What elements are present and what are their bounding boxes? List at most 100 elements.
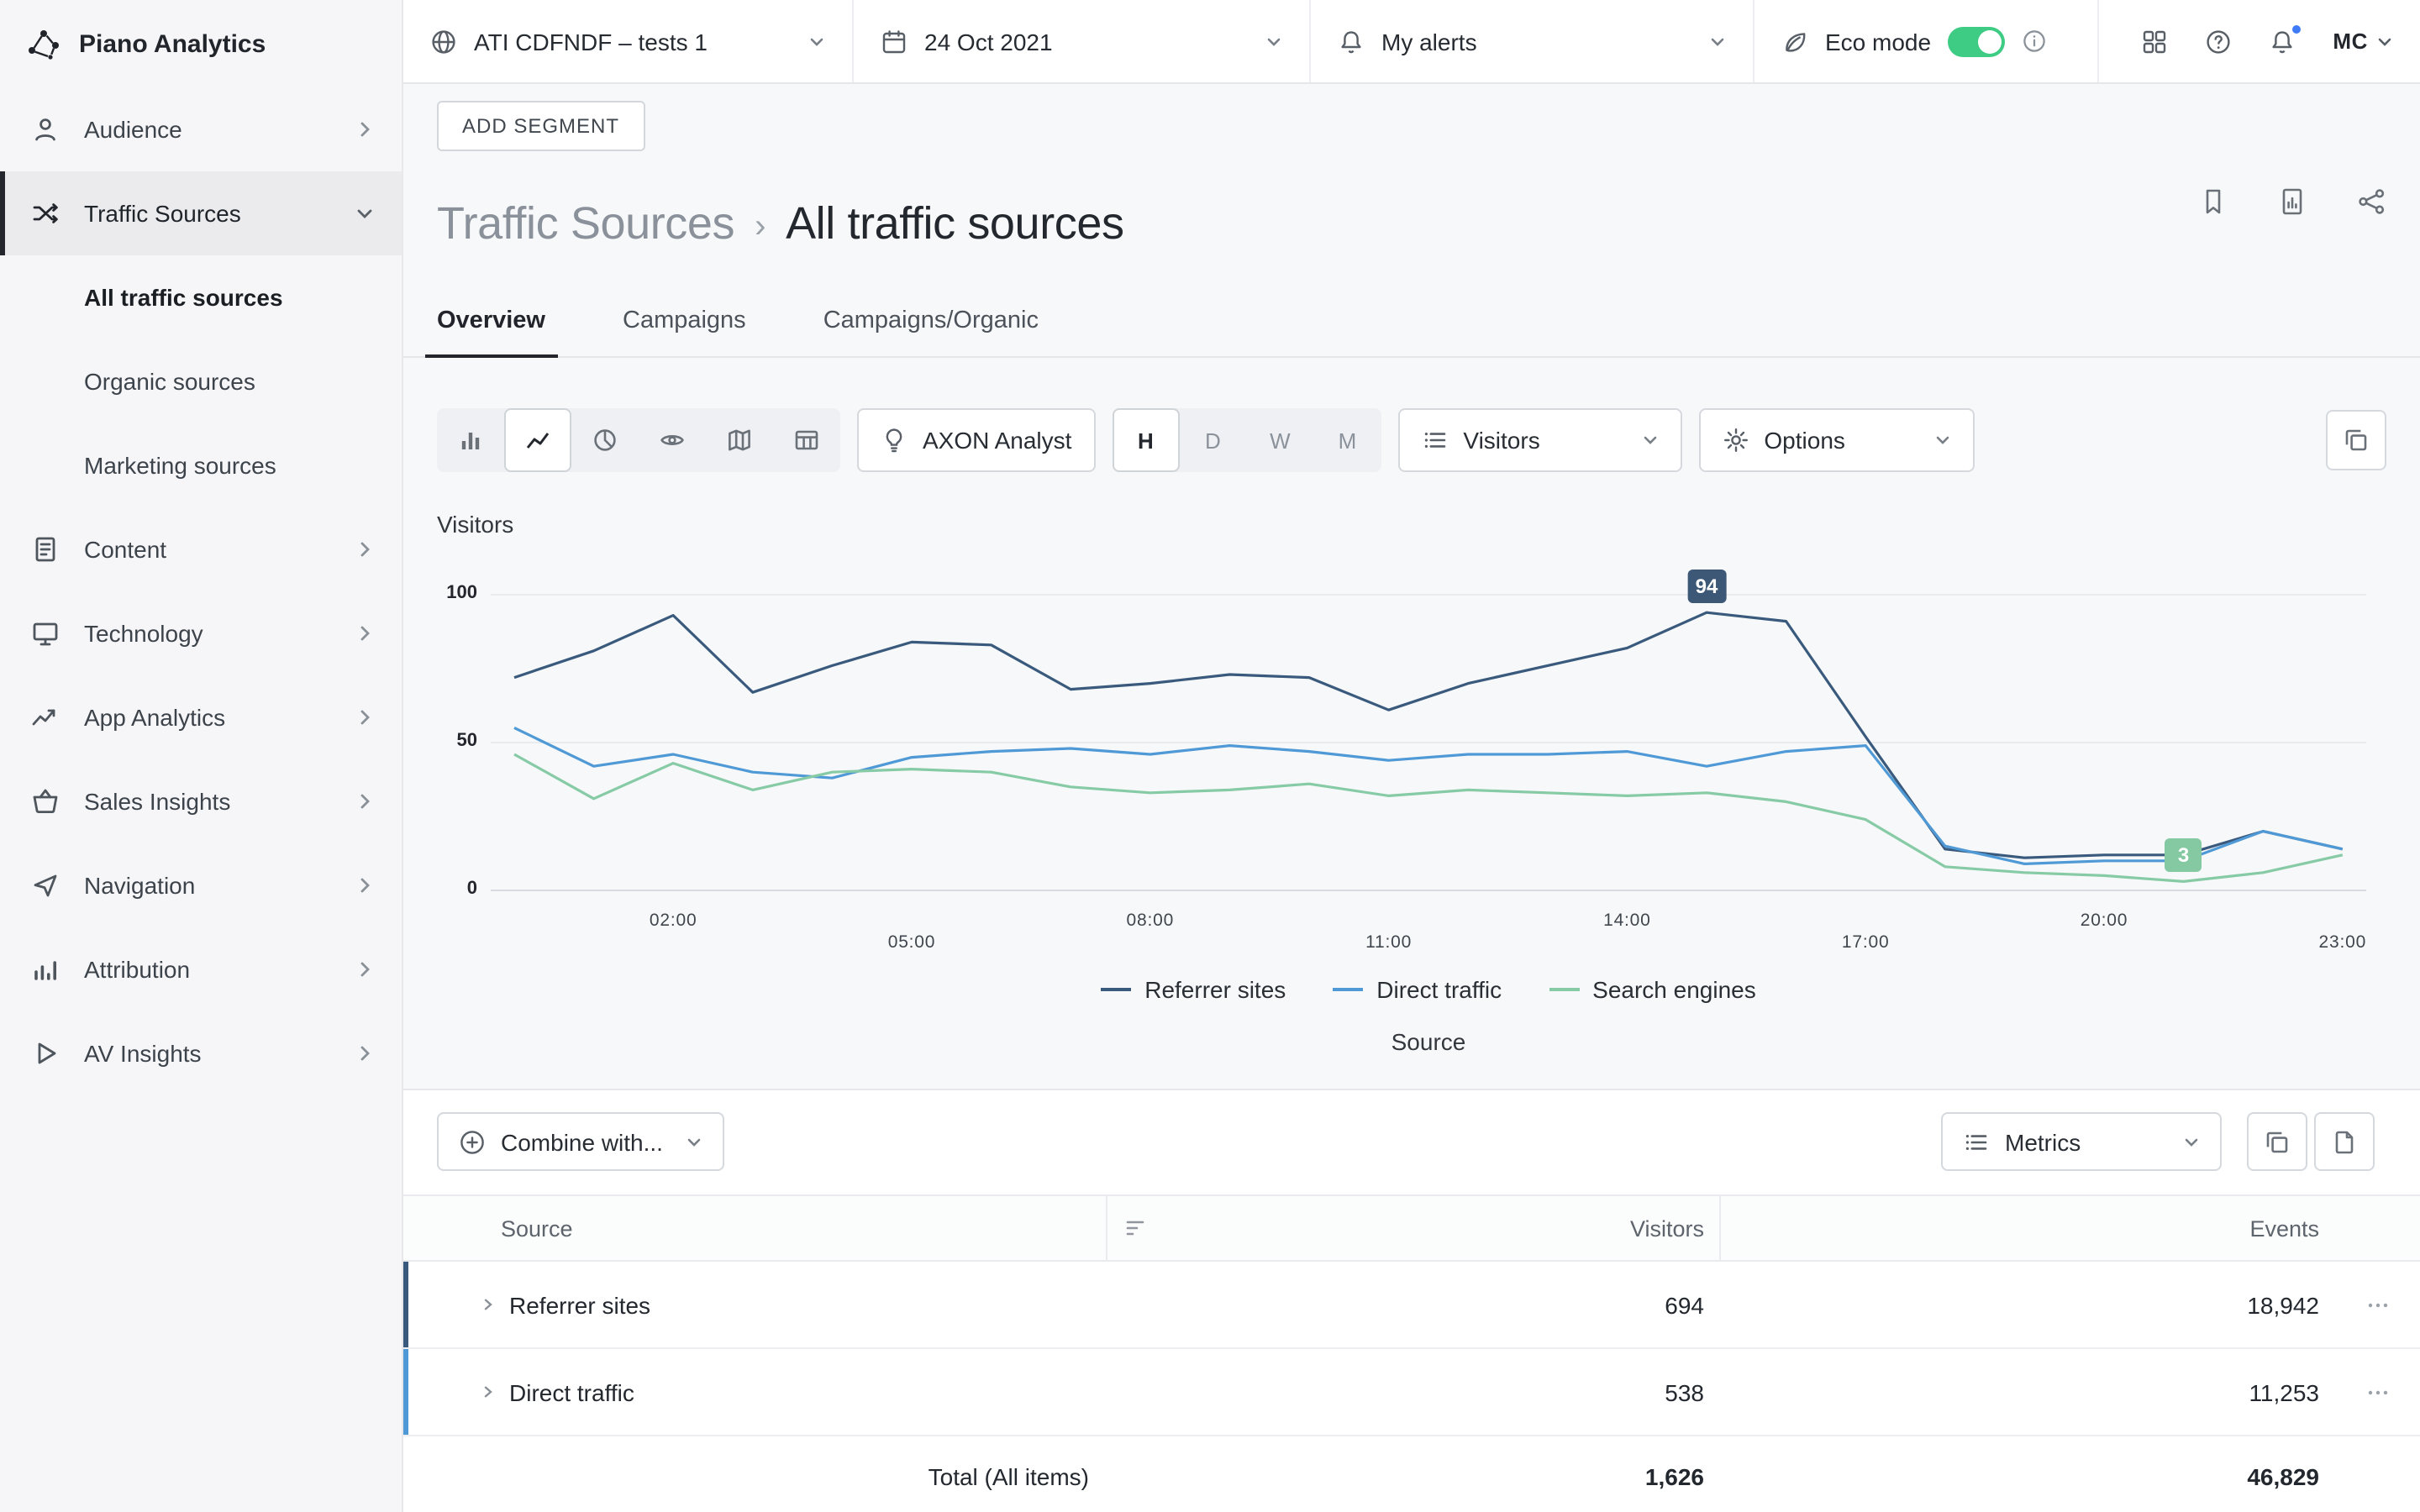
metric-select[interactable]: Visitors: [1397, 408, 1681, 472]
chevron-right-icon: [355, 959, 375, 979]
toggle-knob: [1978, 29, 2002, 53]
row-menu-button[interactable]: [2336, 1262, 2420, 1347]
sidebar-item-label: App Analytics: [84, 704, 355, 731]
period-day-button[interactable]: D: [1179, 408, 1246, 472]
add-segment-button[interactable]: ADD SEGMENT: [437, 101, 644, 151]
copy-table-button[interactable]: [2247, 1112, 2307, 1171]
help-icon[interactable]: [2205, 28, 2232, 55]
info-icon[interactable]: [2022, 29, 2047, 54]
sidebar-item-navigation[interactable]: Navigation: [0, 843, 402, 927]
sidebar-item-technology[interactable]: Technology: [0, 591, 402, 675]
total-visitors-value: 1,626: [1106, 1436, 1719, 1512]
legend-item-direct-traffic[interactable]: Direct traffic: [1333, 976, 1502, 1003]
row-events-value: 18,942: [1719, 1262, 2336, 1347]
metric-select-value: Visitors: [1463, 427, 1539, 454]
chart-type-group: [437, 408, 840, 472]
row-visitors-value: 694: [1106, 1262, 1719, 1347]
breadcrumb-separator-icon: ›: [755, 202, 765, 246]
column-header-events[interactable]: Events: [1719, 1196, 2336, 1260]
pie-chart-icon[interactable]: [571, 408, 639, 472]
combine-with-button[interactable]: Combine with...: [437, 1112, 724, 1171]
column-header-source[interactable]: Source: [403, 1196, 1106, 1260]
sidebar-item-av-insights[interactable]: AV Insights: [0, 1011, 402, 1095]
axon-analyst-button[interactable]: AXON Analyst: [857, 408, 1095, 472]
chevron-down-icon: [2183, 1133, 2200, 1150]
trend-line-icon: [30, 702, 60, 732]
document-icon: [30, 534, 60, 564]
topbar-icon-cluster: MC: [2114, 0, 2420, 82]
brand-name: Piano Analytics: [79, 29, 266, 58]
sidebar-item-traffic-sources[interactable]: Traffic Sources: [0, 171, 402, 255]
user-menu[interactable]: MC: [2333, 29, 2393, 54]
sidebar-item-label: Technology: [84, 620, 355, 647]
x-tick-label: 23:00: [2319, 932, 2367, 953]
export-table-button[interactable]: [2314, 1112, 2375, 1171]
sidebar-item-marketing-sources[interactable]: Marketing sources: [0, 423, 402, 507]
table-row[interactable]: Referrer sites 694 18,942: [403, 1262, 2420, 1349]
bookmark-icon[interactable]: [2198, 186, 2228, 217]
date-selector[interactable]: 24 Oct 2021: [854, 0, 1311, 82]
sidebar-item-all-traffic-sources[interactable]: All traffic sources: [0, 255, 402, 339]
line-chart-icon[interactable]: [504, 408, 571, 472]
period-month-button[interactable]: M: [1313, 408, 1381, 472]
monitor-icon: [30, 618, 60, 648]
sidebar-item-app-analytics[interactable]: App Analytics: [0, 675, 402, 759]
globe-icon: [430, 28, 457, 55]
metrics-select[interactable]: Metrics: [1941, 1112, 2222, 1171]
top-bar: ATI CDFNDF – tests 1 24 Oct 2021 My aler…: [403, 0, 2420, 84]
eco-mode-toggle[interactable]: [1948, 26, 2005, 56]
filter-icon[interactable]: [1124, 1216, 1148, 1240]
sidebar-item-attribution[interactable]: Attribution: [0, 927, 402, 1011]
lightbulb-icon: [881, 427, 908, 454]
tab-overview[interactable]: Overview: [425, 307, 557, 356]
breadcrumb-parent[interactable]: Traffic Sources: [437, 198, 734, 250]
share-icon[interactable]: [2356, 186, 2386, 217]
legend-item-referrer-sites[interactable]: Referrer sites: [1101, 976, 1286, 1003]
sidebar-item-label: Navigation: [84, 872, 355, 899]
map-icon[interactable]: [706, 408, 773, 472]
period-week-button[interactable]: W: [1246, 408, 1313, 472]
chevron-down-icon: [355, 203, 375, 223]
legend-swatch: [1101, 988, 1131, 991]
legend-item-search-engines[interactable]: Search engines: [1549, 976, 1756, 1003]
table-row[interactable]: Direct traffic 538 11,253: [403, 1349, 2420, 1436]
column-chart-icon[interactable]: [437, 408, 504, 472]
chevron-right-icon[interactable]: [481, 1297, 496, 1312]
location-arrow-icon: [30, 870, 60, 900]
table-header: Source Visitors Events: [403, 1194, 2420, 1262]
axon-analyst-label: AXON Analyst: [923, 427, 1071, 454]
x-tick-label: 14:00: [1603, 911, 1651, 931]
site-selector[interactable]: ATI CDFNDF – tests 1: [403, 0, 854, 82]
sidebar-item-sales-insights[interactable]: Sales Insights: [0, 759, 402, 843]
apps-grid-icon[interactable]: [2141, 28, 2168, 55]
options-select[interactable]: Options: [1698, 408, 1974, 472]
chevron-right-icon[interactable]: [481, 1384, 496, 1399]
sidebar-item-organic-sources[interactable]: Organic sources: [0, 339, 402, 423]
breadcrumb: Traffic Sources › All traffic sources: [437, 198, 1124, 250]
alerts-selector[interactable]: My alerts: [1311, 0, 1754, 82]
table-view-icon[interactable]: [773, 408, 840, 472]
sidebar-item-content[interactable]: Content: [0, 507, 402, 591]
sidebar-item-audience[interactable]: Audience: [0, 87, 402, 171]
column-header-visitors[interactable]: Visitors: [1106, 1196, 1719, 1260]
sidebar-item-label: Sales Insights: [84, 788, 355, 815]
table-total-row: Total (All items) 1,626 46,829: [403, 1436, 2420, 1512]
app: Piano Analytics Audience Traffic Sources…: [0, 0, 2420, 1512]
combine-with-label: Combine with...: [501, 1128, 663, 1155]
tab-campaigns-organic[interactable]: Campaigns/Organic: [812, 307, 1050, 356]
sidebar-item-label: Traffic Sources: [84, 200, 355, 227]
period-hour-button[interactable]: H: [1112, 408, 1179, 472]
legend-label: Referrer sites: [1144, 976, 1286, 1003]
row-menu-button[interactable]: [2336, 1349, 2420, 1435]
eye-icon[interactable]: [639, 408, 706, 472]
total-row-label: Total (All items): [403, 1436, 1106, 1512]
report-icon[interactable]: [2277, 186, 2307, 217]
notifications-bell-icon[interactable]: [2269, 28, 2296, 55]
tab-campaigns[interactable]: Campaigns: [611, 307, 758, 356]
avatar: MC: [2333, 29, 2368, 54]
copy-chart-button[interactable]: [2326, 410, 2386, 470]
app-logo[interactable]: Piano Analytics: [0, 0, 402, 87]
play-icon: [30, 1038, 60, 1068]
sidebar: Piano Analytics Audience Traffic Sources…: [0, 0, 403, 1512]
sidebar-item-label: Content: [84, 536, 355, 563]
